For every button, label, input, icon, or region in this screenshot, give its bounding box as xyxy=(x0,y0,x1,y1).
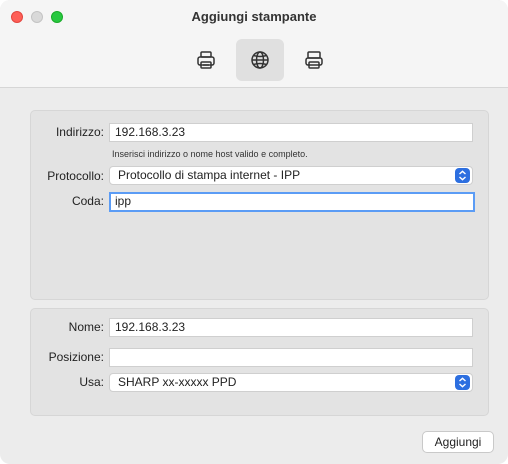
name-field[interactable]: 192.168.3.23 xyxy=(109,318,473,337)
address-hint: Inserisci indirizzo o nome host valido e… xyxy=(112,149,308,159)
name-label: Nome: xyxy=(68,320,104,334)
address-label: Indirizzo: xyxy=(55,125,104,139)
toolbar-ip-printer[interactable] xyxy=(236,39,284,81)
location-field[interactable] xyxy=(109,348,473,367)
titlebar: Aggiungi stampante xyxy=(0,0,508,88)
queue-field[interactable]: ipp xyxy=(109,192,475,212)
globe-icon xyxy=(251,51,269,69)
window-title: Aggiungi stampante xyxy=(191,9,317,24)
protocol-select[interactable]: Protocollo di stampa internet - IPP xyxy=(109,166,473,185)
address-field[interactable]: 192.168.3.23 xyxy=(109,123,473,142)
protocol-select-value: Protocollo di stampa internet - IPP xyxy=(118,168,301,182)
use-label: Usa: xyxy=(79,375,104,389)
driver-select-value: SHARP xx-xxxxx PPD xyxy=(118,375,237,389)
chevron-updown-icon xyxy=(455,375,470,390)
printer-icon xyxy=(197,51,215,69)
toolbar-windows-printer[interactable] xyxy=(290,39,338,81)
add-printer-window: Aggiungi stampante Indirizzo: 192.168.3.… xyxy=(0,0,508,464)
queue-label: Coda: xyxy=(71,194,104,208)
add-button[interactable]: Aggiungi xyxy=(422,431,494,453)
chevron-updown-icon xyxy=(455,168,470,183)
location-label: Posizione: xyxy=(48,350,104,364)
toolbar-default-printers[interactable] xyxy=(182,39,230,81)
printer-alt-icon xyxy=(305,51,323,69)
driver-select[interactable]: SHARP xx-xxxxx PPD xyxy=(109,373,473,392)
protocol-label: Protocollo: xyxy=(47,169,104,183)
